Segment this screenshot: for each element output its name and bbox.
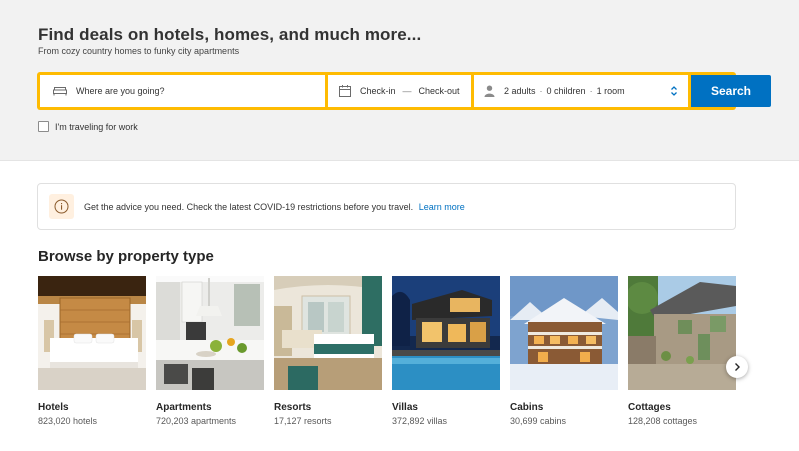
bed-icon <box>53 86 67 96</box>
guests-separator: · <box>539 86 543 96</box>
work-travel-checkbox[interactable] <box>38 121 49 132</box>
property-count: 720,203 apartments <box>156 416 237 426</box>
search-button[interactable]: Search <box>691 75 771 107</box>
notice-text: Get the advice you need. Check the lates… <box>84 201 414 212</box>
guests-separator: · <box>589 86 593 96</box>
covid-notice: Get the advice you need. Check the lates… <box>37 183 736 230</box>
property-name[interactable]: Hotels <box>38 402 146 413</box>
apartments-image[interactable] <box>156 276 264 390</box>
browse-title: Browse by property type <box>38 248 214 265</box>
property-card-cabins[interactable]: Cabins 30,699 cabins <box>510 276 618 426</box>
hero-section: Find deals on hotels, homes, and much mo… <box>0 0 799 161</box>
info-icon <box>49 194 74 219</box>
property-card-apartments[interactable]: Apartments 720,203 apartments <box>156 276 264 426</box>
chevron-right-icon <box>735 363 740 371</box>
guests-field[interactable]: 2 adults · 0 children · 1 room <box>474 75 688 107</box>
resorts-image[interactable] <box>274 276 382 390</box>
person-icon <box>484 85 495 97</box>
date-range-field[interactable]: Check-in — Check-out <box>328 75 471 107</box>
property-card-hotels[interactable]: Hotels 823,020 hotels <box>38 276 146 426</box>
stepper-icon[interactable] <box>670 85 678 97</box>
adults-count: 2 adults <box>504 86 536 96</box>
property-card-cottages[interactable]: Cottages 128,208 cottages <box>628 276 736 426</box>
destination-field[interactable]: Where are you going? <box>40 75 325 107</box>
property-name[interactable]: Cottages <box>628 402 736 413</box>
notice-message: Get the advice you need. Check the lates… <box>84 202 465 212</box>
property-count: 30,699 cabins <box>510 416 567 426</box>
villas-image[interactable] <box>392 276 500 390</box>
property-count: 372,892 villas <box>392 416 448 426</box>
property-card-villas[interactable]: Villas 372,892 villas <box>392 276 500 426</box>
destination-input[interactable]: Where are you going? <box>76 86 165 96</box>
property-name[interactable]: Cabins <box>510 402 618 413</box>
work-travel-option[interactable]: I'm traveling for work <box>38 121 138 132</box>
calendar-icon <box>339 85 351 97</box>
learn-more-link[interactable]: Learn more <box>419 202 465 212</box>
checkout-label[interactable]: Check-out <box>419 86 460 96</box>
property-name[interactable]: Villas <box>392 402 500 413</box>
property-count: 17,127 resorts <box>274 416 332 426</box>
property-count: 823,020 hotels <box>38 416 98 426</box>
carousel-next-button[interactable] <box>726 356 748 378</box>
search-bar: Where are you going? Check-in — Check-ou… <box>37 72 771 110</box>
work-travel-label[interactable]: I'm traveling for work <box>55 122 138 132</box>
hero-subtitle: From cozy country homes to funky city ap… <box>38 46 240 56</box>
cottages-image[interactable] <box>628 276 736 390</box>
children-count: 0 children <box>546 86 586 96</box>
rooms-count: 1 room <box>596 86 625 96</box>
cabins-image[interactable] <box>510 276 618 390</box>
hero-title: Find deals on hotels, homes, and much mo… <box>38 25 422 44</box>
date-separator: — <box>402 86 412 96</box>
property-count: 128,208 cottages <box>628 416 698 426</box>
property-name[interactable]: Apartments <box>156 402 264 413</box>
property-name[interactable]: Resorts <box>274 402 382 413</box>
property-card-resorts[interactable]: Resorts 17,127 resorts <box>274 276 382 426</box>
hotels-image[interactable] <box>38 276 146 390</box>
checkin-label[interactable]: Check-in <box>360 86 396 96</box>
